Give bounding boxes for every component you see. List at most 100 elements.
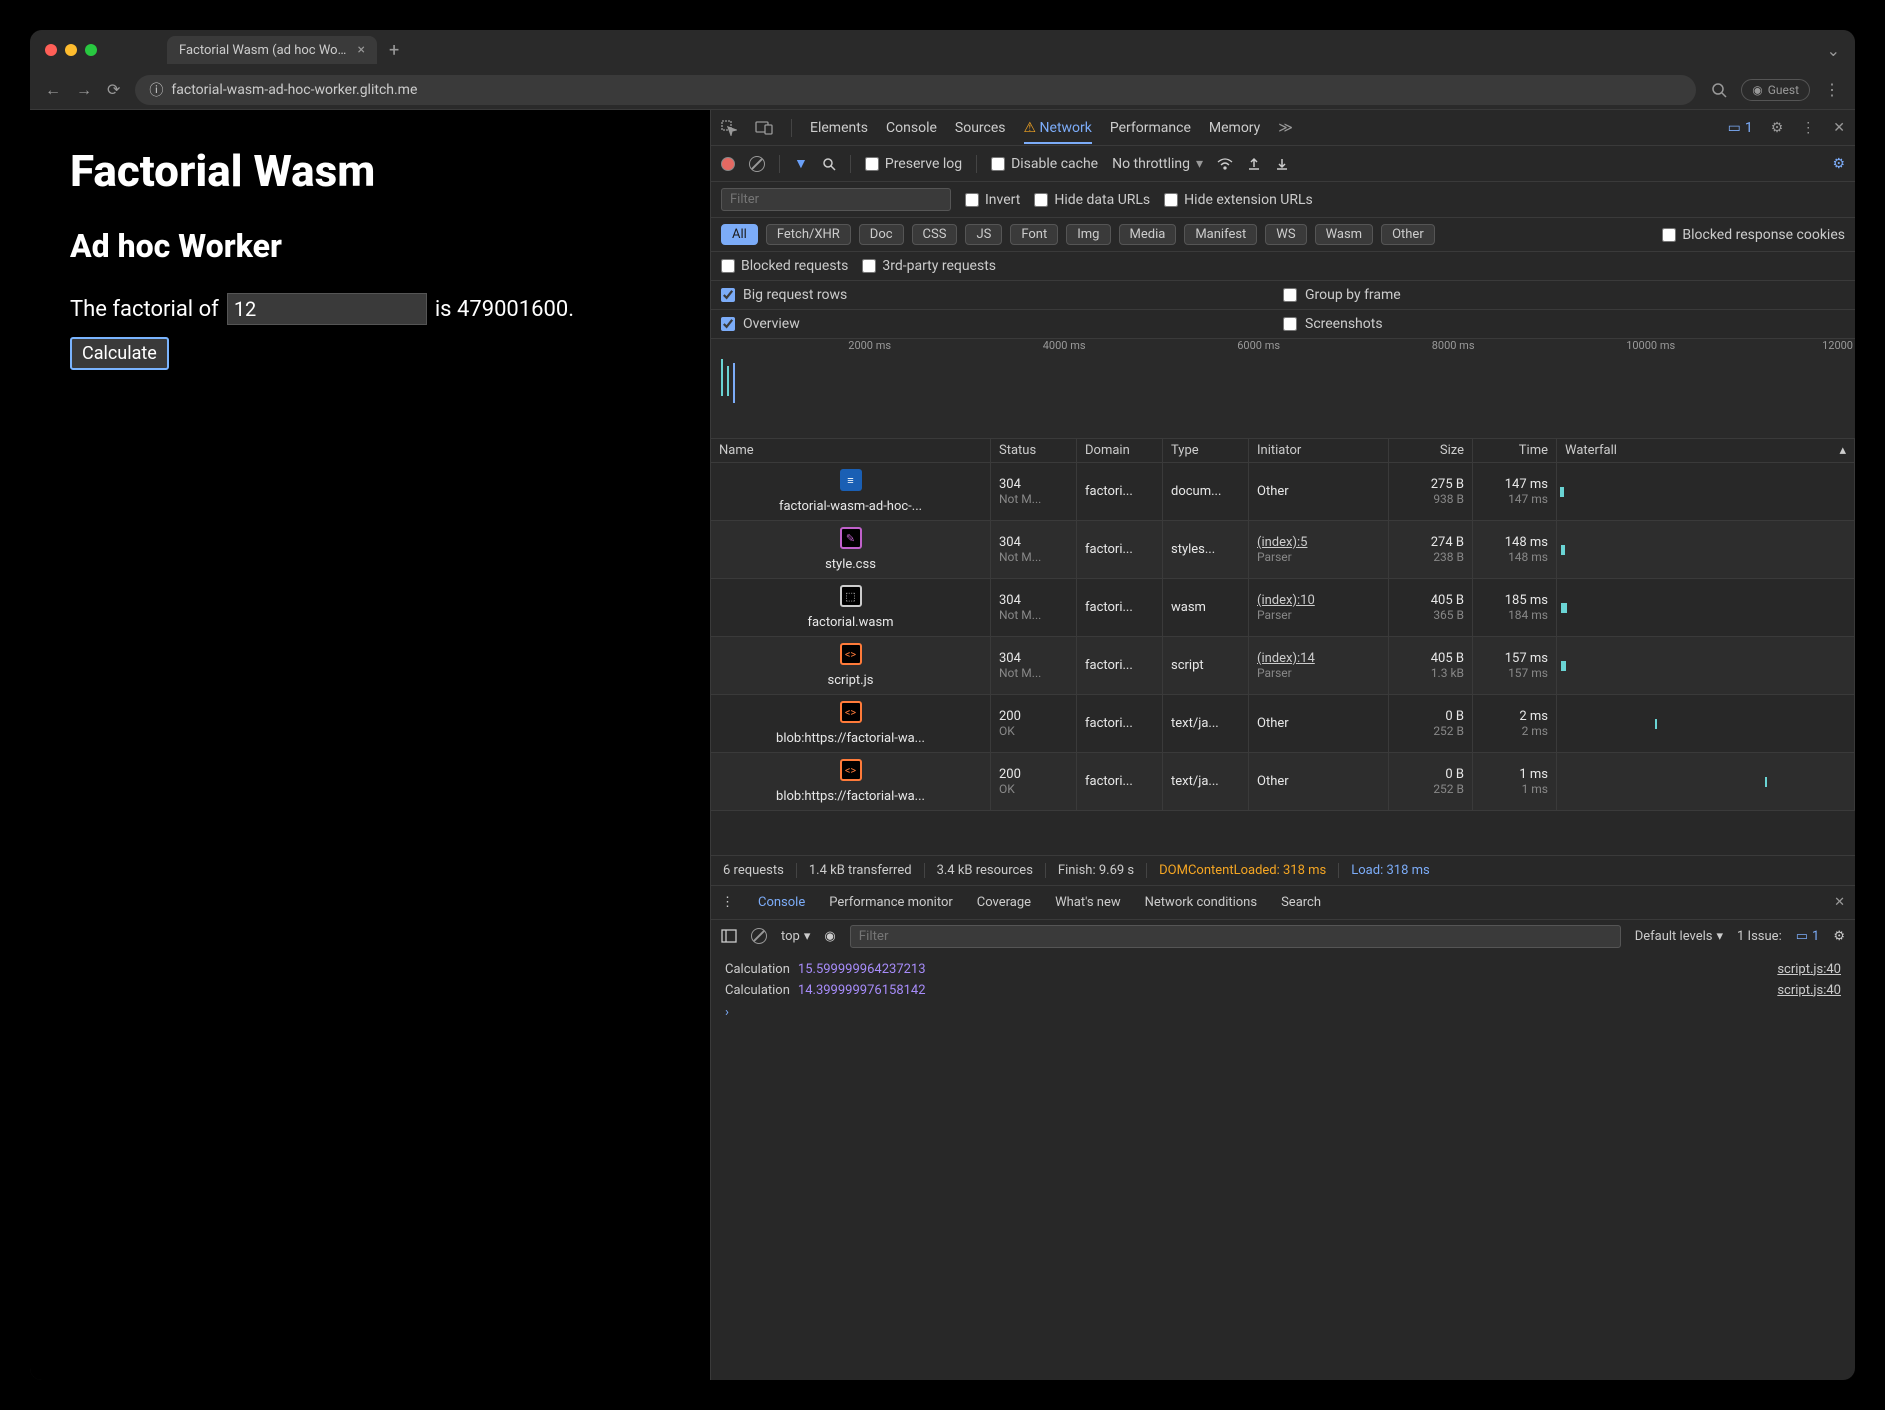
guest-badge[interactable]: ◉ Guest [1741, 79, 1810, 101]
disable-cache-checkbox[interactable]: Disable cache [991, 156, 1098, 172]
group-frame-checkbox[interactable]: Group by frame [1283, 287, 1845, 303]
blocked-cookies-checkbox[interactable]: Blocked response cookies [1662, 227, 1845, 243]
back-button[interactable]: ← [45, 80, 61, 100]
col-size[interactable]: Size [1389, 439, 1473, 462]
site-info-icon[interactable]: ⓘ [149, 80, 163, 100]
col-type[interactable]: Type [1163, 439, 1249, 462]
network-timeline[interactable]: 2000 ms 4000 ms 6000 ms 8000 ms 10000 ms… [711, 339, 1855, 439]
tab-elements[interactable]: Elements [810, 120, 868, 136]
hide-ext-urls-checkbox[interactable]: Hide extension URLs [1164, 192, 1313, 208]
col-time[interactable]: Time [1473, 439, 1557, 462]
hide-data-urls-checkbox[interactable]: Hide data URLs [1034, 192, 1150, 208]
menu-icon[interactable]: ⋮ [1824, 80, 1840, 99]
console-filter[interactable] [850, 925, 1621, 948]
download-icon[interactable] [1275, 157, 1289, 171]
log-source-link[interactable]: script.js:40 [1777, 962, 1841, 977]
network-filter-input[interactable] [721, 188, 951, 211]
preserve-log-checkbox[interactable]: Preserve log [865, 156, 962, 172]
chip-font[interactable]: Font [1010, 224, 1058, 245]
screenshots-checkbox[interactable]: Screenshots [1283, 316, 1845, 332]
col-waterfall[interactable]: Waterfall▴ [1557, 439, 1855, 462]
sidebar-toggle-icon[interactable] [721, 929, 737, 943]
log-source-link[interactable]: script.js:40 [1777, 983, 1841, 998]
search-icon[interactable] [822, 157, 836, 171]
throttling-select[interactable]: No throttling▾ [1112, 156, 1203, 172]
new-tab-button[interactable]: + [389, 40, 399, 61]
upload-icon[interactable] [1247, 157, 1261, 171]
clear-button[interactable] [749, 156, 765, 172]
big-rows-checkbox[interactable]: Big request rows [721, 287, 1283, 303]
console-prompt[interactable]: › [711, 1001, 1855, 1024]
reload-button[interactable]: ⟳ [107, 80, 120, 99]
address-bar[interactable]: ⓘ factorial-wasm-ad-hoc-worker.glitch.me [135, 75, 1696, 105]
console-issue-label: 1 Issue: [1737, 929, 1782, 944]
chip-doc[interactable]: Doc [859, 224, 904, 245]
table-row[interactable]: ≡factorial-wasm-ad-hoc-... 304Not M... f… [711, 463, 1855, 521]
network-settings-icon[interactable]: ⚙ [1832, 156, 1845, 172]
live-expression-icon[interactable]: ◉ [824, 929, 835, 944]
forward-button[interactable]: → [76, 80, 92, 100]
table-row[interactable]: ✎style.css 304Not M... factori... styles… [711, 521, 1855, 579]
chip-css[interactable]: CSS [912, 224, 958, 245]
chip-other[interactable]: Other [1381, 224, 1435, 245]
drawer-tab-netcond[interactable]: Network conditions [1145, 895, 1257, 910]
third-party-checkbox[interactable]: 3rd-party requests [862, 258, 996, 274]
tab-performance[interactable]: Performance [1110, 120, 1191, 136]
drawer-tab-whatsnew[interactable]: What's new [1055, 895, 1121, 910]
console-issues-badge[interactable]: ▭ 1 [1796, 929, 1820, 944]
number-input[interactable] [227, 293, 427, 325]
doc-icon: ≡ [840, 469, 862, 491]
filter-icon[interactable]: ▼ [794, 155, 808, 172]
zoom-icon[interactable] [1711, 82, 1727, 98]
invert-checkbox[interactable]: Invert [965, 192, 1020, 208]
issues-badge[interactable]: ▭ 1 [1728, 120, 1753, 136]
col-status[interactable]: Status [991, 439, 1077, 462]
maximize-window-button[interactable] [85, 44, 97, 56]
drawer-tab-coverage[interactable]: Coverage [977, 895, 1031, 910]
kebab-icon[interactable]: ⋮ [1801, 120, 1815, 136]
minimize-window-button[interactable] [65, 44, 77, 56]
blocked-requests-checkbox[interactable]: Blocked requests [721, 258, 848, 274]
tab-network[interactable]: Network [1024, 120, 1092, 144]
inspect-icon[interactable] [721, 120, 737, 136]
col-initiator[interactable]: Initiator [1249, 439, 1389, 462]
table-row[interactable]: ⬚factorial.wasm 304Not M... factori... w… [711, 579, 1855, 637]
drawer-menu-icon[interactable]: ⋮ [721, 895, 734, 910]
gear-icon[interactable]: ⚙ [1771, 120, 1784, 136]
close-window-button[interactable] [45, 44, 57, 56]
chip-img[interactable]: Img [1066, 224, 1110, 245]
context-select[interactable]: top▾ [781, 929, 810, 944]
chip-fetch-xhr[interactable]: Fetch/XHR [766, 224, 851, 245]
table-row[interactable]: <>blob:https://factorial-wa... 200OK fac… [711, 753, 1855, 811]
tab-console[interactable]: Console [886, 120, 937, 136]
chip-manifest[interactable]: Manifest [1184, 224, 1257, 245]
levels-select[interactable]: Default levels▾ [1635, 929, 1723, 944]
close-tab-icon[interactable]: × [358, 42, 365, 58]
browser-tab[interactable]: Factorial Wasm (ad hoc Work × [167, 36, 377, 64]
chip-wasm[interactable]: Wasm [1315, 224, 1374, 245]
drawer-tab-perfmon[interactable]: Performance monitor [829, 895, 953, 910]
drawer-tab-console[interactable]: Console [758, 895, 805, 910]
chip-js[interactable]: JS [965, 224, 1002, 245]
wifi-icon[interactable] [1217, 158, 1233, 170]
close-devtools-icon[interactable]: ✕ [1833, 120, 1845, 136]
calculate-button[interactable]: Calculate [70, 337, 169, 370]
chip-ws[interactable]: WS [1265, 224, 1306, 245]
table-row[interactable]: <>blob:https://factorial-wa... 200OK fac… [711, 695, 1855, 753]
col-name[interactable]: Name [711, 439, 991, 462]
close-drawer-icon[interactable]: ✕ [1834, 895, 1845, 910]
record-button[interactable] [721, 157, 735, 171]
tab-memory[interactable]: Memory [1209, 120, 1260, 136]
window-menu-icon[interactable]: ⌄ [1827, 41, 1840, 60]
col-domain[interactable]: Domain [1077, 439, 1163, 462]
clear-console-button[interactable] [751, 928, 767, 944]
gear-icon[interactable]: ⚙ [1833, 929, 1845, 944]
chip-media[interactable]: Media [1119, 224, 1177, 245]
table-row[interactable]: <>script.js 304Not M... factori... scrip… [711, 637, 1855, 695]
drawer-tab-search[interactable]: Search [1281, 895, 1321, 910]
chip-all[interactable]: All [721, 224, 758, 245]
device-icon[interactable] [755, 121, 773, 135]
more-tabs-icon[interactable]: ≫ [1278, 120, 1293, 136]
overview-checkbox[interactable]: Overview [721, 316, 1283, 332]
tab-sources[interactable]: Sources [955, 120, 1006, 136]
